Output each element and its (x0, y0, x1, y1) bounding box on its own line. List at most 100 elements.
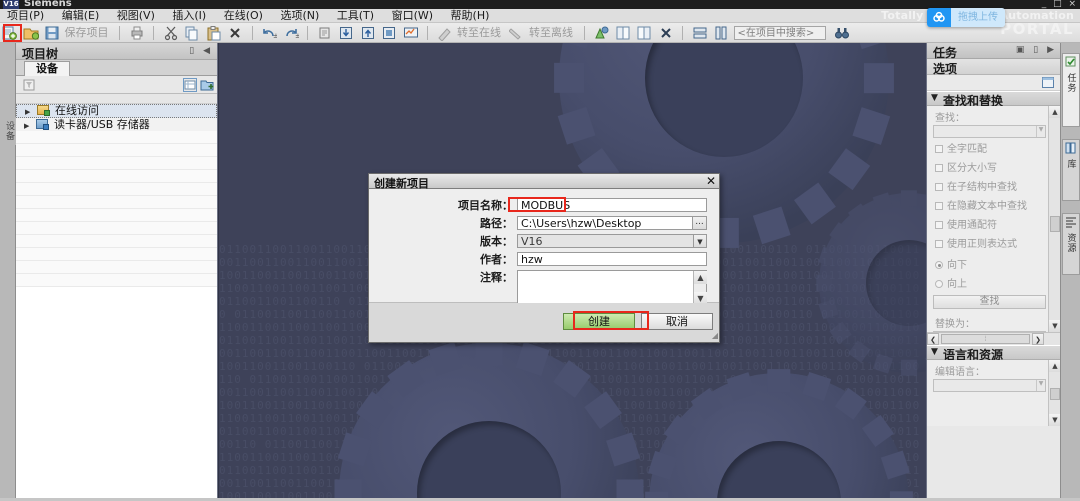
expand-arrow-icon[interactable]: ▶ (25, 106, 33, 118)
hscroll-thumb[interactable]: ⦙ (941, 334, 1030, 344)
panel-mode-icon[interactable] (1042, 77, 1054, 91)
paste-icon[interactable] (206, 25, 222, 41)
checkbox-icon[interactable] (935, 202, 943, 210)
scroll-thumb[interactable] (1050, 216, 1060, 232)
scroll-up-icon[interactable]: ▲ (1049, 360, 1060, 372)
close-view-icon[interactable] (658, 25, 674, 41)
split-horizontal-icon[interactable] (692, 25, 708, 41)
scroll-left-icon[interactable]: ❮ (927, 333, 939, 345)
create-button[interactable]: 创建 (563, 313, 635, 330)
compile-icon[interactable] (317, 25, 333, 41)
new-folder-icon[interactable] (200, 78, 214, 92)
cancel-button[interactable]: 取消 (641, 313, 713, 330)
scroll-thumb[interactable] (1050, 388, 1060, 400)
menu-item-window[interactable]: 窗口(W) (385, 9, 440, 23)
resize-grip-icon[interactable]: ◢ (712, 331, 718, 340)
save-icon[interactable] (44, 25, 60, 41)
menu-item-view[interactable]: 视图(V) (110, 9, 162, 23)
find-input[interactable]: ▼ (933, 125, 1046, 138)
scroll-up-icon[interactable]: ▲ (694, 271, 707, 284)
go-online-label[interactable]: 转至在线 (457, 23, 501, 42)
project-name-input[interactable]: MODBUS (517, 198, 707, 212)
author-input[interactable]: hzw (517, 252, 707, 266)
checkbox-match-case[interactable]: 区分大小写 (927, 157, 1060, 176)
checkbox-icon[interactable] (935, 145, 943, 153)
checkbox-icon[interactable] (935, 221, 943, 229)
task-panel-header-icons[interactable]: ▣ ▯ ▶ (1016, 45, 1057, 55)
checkbox-icon[interactable] (935, 240, 943, 248)
chevron-down-icon[interactable]: ▼ (1036, 380, 1045, 391)
scroll-right-icon[interactable]: ❯ (1032, 333, 1044, 345)
checkbox-search-substructures[interactable]: 在子结构中查找 (927, 176, 1060, 195)
monitor-icon[interactable] (403, 25, 419, 41)
search-input[interactable]: <在项目中搜索> (733, 26, 826, 40)
tree-item-online-access[interactable]: ▶ 在线访问 (16, 104, 217, 118)
compare-icon-a[interactable] (615, 25, 631, 41)
project-tree-header-icons[interactable]: ▯ ◀ (189, 46, 213, 56)
group-header-language-resources[interactable]: ▼ 语言和资源 (927, 345, 1060, 362)
menu-item-project[interactable]: 项目(P) (0, 9, 51, 23)
undo-icon[interactable]: ± (261, 25, 279, 41)
edit-language-select[interactable]: ▼ (933, 379, 1046, 392)
scroll-down-icon[interactable]: ▼ (1049, 320, 1060, 332)
radio-icon[interactable] (935, 261, 943, 269)
find-replace-vscrollbar[interactable]: ▲ ▼ (1048, 106, 1060, 332)
path-input[interactable]: C:\Users\hzw\Desktop ... (517, 216, 707, 230)
filter-icon[interactable] (22, 78, 36, 92)
save-project-label[interactable]: 保存项目 (65, 23, 109, 42)
redo-icon[interactable]: ± (283, 25, 301, 41)
layout-icon[interactable] (183, 78, 197, 92)
menu-item-help[interactable]: 帮助(H) (444, 9, 497, 23)
tree-item-card-reader[interactable]: ▶ 读卡器/USB 存储器 (16, 118, 217, 131)
find-button[interactable]: 查找 (933, 295, 1046, 309)
menu-item-options[interactable]: 选项(N) (273, 9, 326, 23)
chevron-down-icon[interactable]: ▼ (931, 347, 938, 357)
window-control-buttons[interactable]: _ □ × (1042, 0, 1078, 9)
binoculars-icon[interactable] (834, 25, 850, 41)
checkbox-whole-word[interactable]: 全字匹配 (927, 138, 1060, 157)
delete-icon[interactable] (227, 25, 243, 41)
compare-icon-b[interactable] (636, 25, 652, 41)
comment-scrollbar[interactable]: ▲ ▼ (693, 271, 707, 305)
close-icon[interactable]: ✕ (706, 174, 716, 188)
group-header-find-replace[interactable]: ▼ 查找和替换 (927, 91, 1060, 108)
upload-from-device-icon[interactable] (360, 25, 376, 41)
scroll-up-icon[interactable]: ▲ (1049, 106, 1060, 118)
split-vertical-icon[interactable] (713, 25, 729, 41)
chevron-down-icon[interactable]: ▼ (1036, 126, 1045, 137)
browse-button[interactable]: ... (692, 217, 706, 229)
comment-textarea[interactable]: ▲ ▼ (517, 270, 707, 306)
menu-item-tools[interactable]: 工具(T) (330, 9, 381, 23)
radio-direction-down[interactable]: 向下 (927, 252, 1060, 273)
version-select[interactable]: V16 ▼ (517, 234, 707, 248)
task-panel-hscrollbar[interactable]: ❮ ⦙ ❯ (927, 332, 1060, 345)
tab-devices[interactable]: 设备 (24, 61, 70, 76)
checkbox-use-wildcards[interactable]: 使用通配符 (927, 214, 1060, 233)
radio-icon[interactable] (935, 280, 943, 288)
right-tab-resources[interactable]: 资源 (1062, 213, 1080, 275)
cut-icon[interactable] (163, 25, 179, 41)
menu-item-edit[interactable]: 编辑(E) (55, 9, 107, 23)
go-offline-label[interactable]: 转至离线 (529, 23, 573, 42)
start-simulation-icon[interactable] (381, 25, 397, 41)
checkbox-icon[interactable] (935, 183, 943, 191)
checkbox-use-regex[interactable]: 使用正则表达式 (927, 233, 1060, 252)
diagnostics-icon[interactable] (593, 25, 609, 41)
right-tab-tasks[interactable]: 任务 (1062, 53, 1080, 127)
left-tab-devices[interactable]: 设备 (0, 117, 16, 145)
checkbox-search-hidden-text[interactable]: 在隐藏文本中查找 (927, 195, 1060, 214)
right-tab-library[interactable]: 库 (1062, 139, 1080, 201)
menu-item-insert[interactable]: 插入(I) (165, 9, 213, 23)
open-project-icon[interactable] (23, 25, 39, 41)
drag-upload-badge[interactable]: 拖拽上传 (927, 8, 1005, 27)
scroll-down-icon[interactable]: ▼ (1049, 414, 1060, 426)
chevron-down-icon[interactable]: ▼ (931, 93, 938, 103)
dialog-titlebar[interactable]: 创建新项目 ✕ (369, 174, 719, 190)
language-vscrollbar[interactable]: ▲ ▼ (1048, 360, 1060, 426)
checkbox-icon[interactable] (935, 164, 943, 172)
radio-direction-up[interactable]: 向上 (927, 273, 1060, 292)
new-project-icon[interactable] (1, 25, 17, 41)
menu-item-online[interactable]: 在线(O) (217, 9, 270, 23)
chevron-down-icon[interactable]: ▼ (693, 235, 706, 247)
copy-icon[interactable] (184, 25, 200, 41)
